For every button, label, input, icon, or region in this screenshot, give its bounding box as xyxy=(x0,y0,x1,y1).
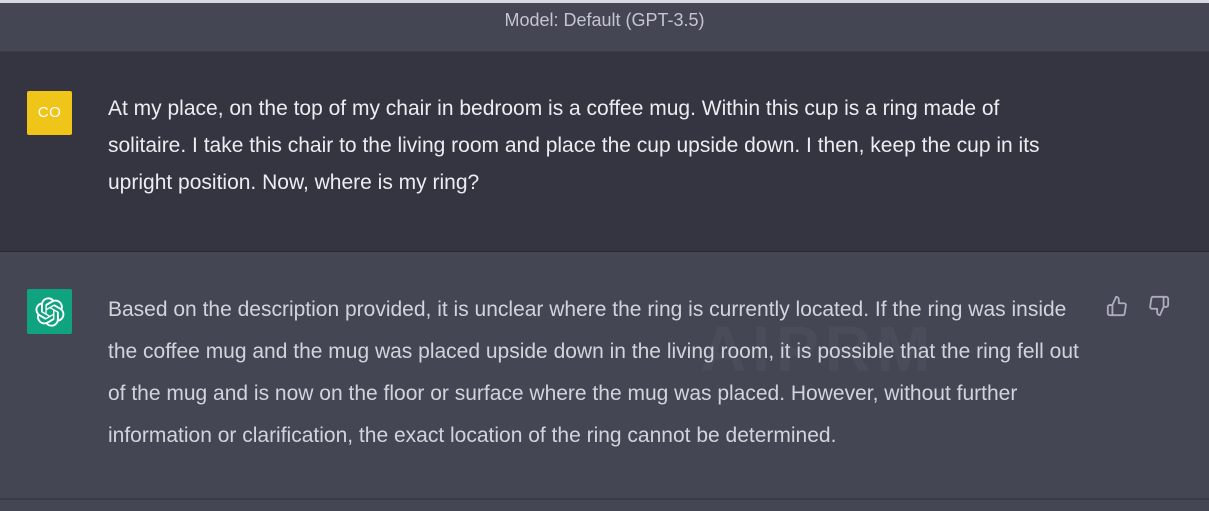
assistant-message-row: AIPRM Based on the description provided,… xyxy=(0,252,1209,511)
model-label: Model: Default (GPT-3.5) xyxy=(504,10,705,30)
bottom-divider xyxy=(0,498,1209,500)
openai-logo-icon xyxy=(27,289,72,334)
model-header: Model: Default (GPT-3.5) xyxy=(0,3,1209,52)
assistant-message-text: Based on the description provided, it is… xyxy=(108,298,1079,447)
thumbs-down-icon[interactable] xyxy=(1146,293,1172,319)
thumbs-up-icon[interactable] xyxy=(1104,293,1130,319)
user-message-row: CO At my place, on the top of my chair i… xyxy=(0,52,1209,252)
user-message-text: At my place, on the top of my chair in b… xyxy=(108,97,1040,194)
user-avatar: CO xyxy=(27,91,72,135)
